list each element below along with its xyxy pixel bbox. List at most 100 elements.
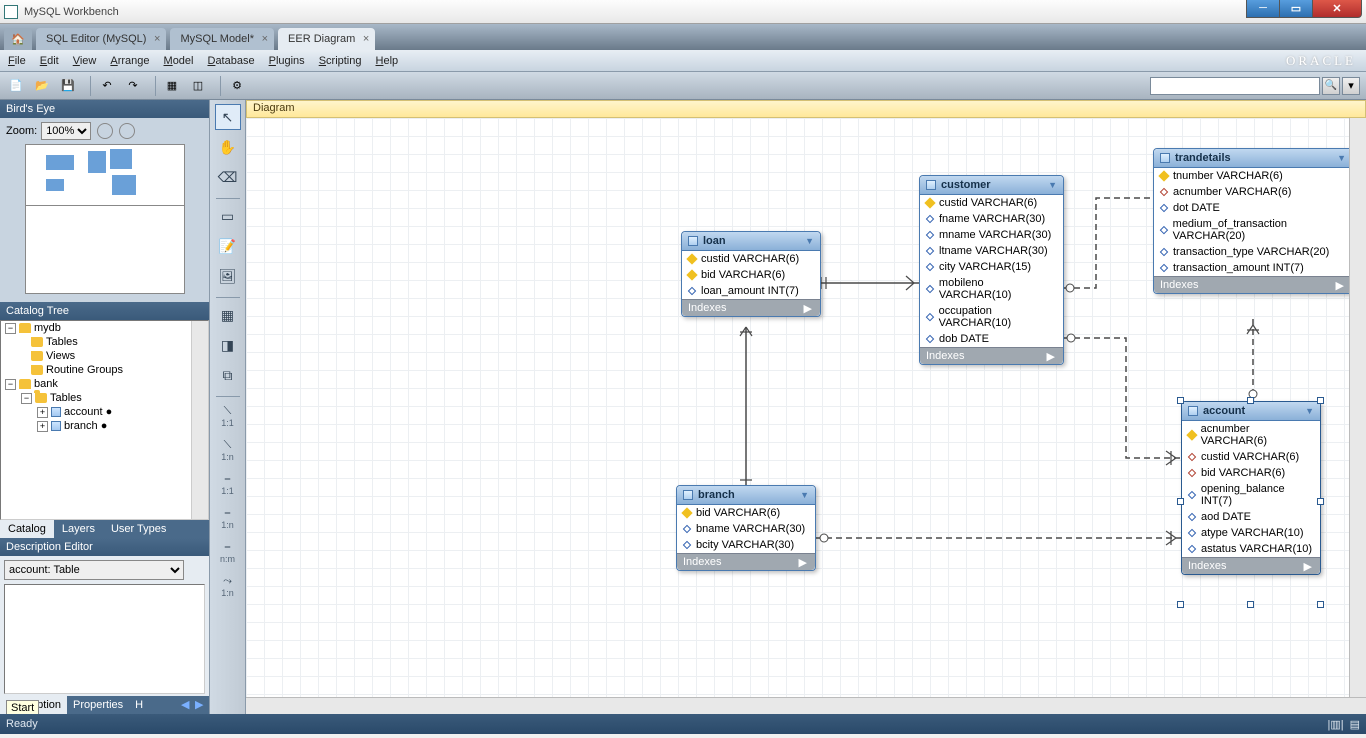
layer-tool[interactable]: ▭ <box>215 203 241 229</box>
table-customer[interactable]: customer▼ custid VARCHAR(6) fname VARCHA… <box>919 175 1064 365</box>
expand-icon[interactable]: ▶ <box>799 556 807 569</box>
search-button[interactable]: 🔍 <box>1322 77 1340 95</box>
hand-tool[interactable]: ✋ <box>215 134 241 160</box>
collapse-icon[interactable]: ▼ <box>800 490 809 500</box>
pointer-tool[interactable]: ↖ <box>215 104 241 130</box>
expand-icon[interactable]: ▶ <box>1336 279 1344 292</box>
expand-icon[interactable]: + <box>37 421 48 432</box>
text-tool[interactable]: 📝 <box>215 233 241 259</box>
expand-icon[interactable]: ▶ <box>1047 350 1055 363</box>
catalog-tree[interactable]: −mydb Tables Views Routine Groups −bank … <box>0 320 209 520</box>
tabs-nav-right-icon[interactable]: ▶ <box>195 698 209 712</box>
search-options-button[interactable]: ▾ <box>1342 77 1360 95</box>
selection-handle[interactable] <box>1247 601 1254 608</box>
new-routine-group-tool[interactable]: ⧉ <box>215 362 241 388</box>
window-close-button[interactable]: ✕ <box>1312 0 1362 18</box>
new-file-button[interactable]: 📄 <box>6 76 26 96</box>
expand-icon[interactable]: − <box>21 393 32 404</box>
relation-1-1-id-tool[interactable]: ⎯1:1 <box>215 469 241 499</box>
bottom-tab-properties[interactable]: Properties <box>67 696 129 714</box>
window-maximize-button[interactable]: ▭ <box>1279 0 1313 18</box>
menubar: File Edit View Arrange Model Database Pl… <box>0 50 1366 72</box>
description-textarea[interactable] <box>4 584 205 694</box>
grid-toggle-button[interactable]: ▦ <box>162 76 182 96</box>
tabs-nav-left-icon[interactable]: ◀ <box>181 698 195 712</box>
menu-plugins[interactable]: Plugins <box>269 55 305 67</box>
home-icon: 🏠 <box>11 33 25 46</box>
expand-icon[interactable]: + <box>37 407 48 418</box>
canvas-scrollbar-h[interactable] <box>246 697 1366 714</box>
relation-1-n-nonid-tool[interactable]: ⟍1:n <box>215 435 241 465</box>
table-trandetails[interactable]: trandetails▼ tnumber VARCHAR(6) acnumber… <box>1153 148 1353 294</box>
tab-mysql-model[interactable]: MySQL Model*× <box>170 28 274 50</box>
collapse-icon[interactable]: ▼ <box>805 236 814 246</box>
left-sidebar: Bird's Eye Zoom: 100% Catalog Tree −mydb <box>0 100 210 714</box>
relation-existing-tool[interactable]: ⤳1:n <box>215 571 241 601</box>
subtab-catalog[interactable]: Catalog <box>0 520 54 538</box>
expand-icon[interactable]: − <box>5 323 16 334</box>
collapse-icon[interactable]: ▼ <box>1337 153 1346 163</box>
table-branch[interactable]: branch▼ bid VARCHAR(6) bname VARCHAR(30)… <box>676 485 816 571</box>
relation-n-m-tool[interactable]: ⎯n:m <box>215 537 241 567</box>
zoom-in-button[interactable] <box>97 123 113 139</box>
close-icon[interactable]: × <box>262 33 268 45</box>
menu-edit[interactable]: Edit <box>40 55 59 67</box>
menu-model[interactable]: Model <box>164 55 194 67</box>
menu-database[interactable]: Database <box>207 55 254 67</box>
menu-arrange[interactable]: Arrange <box>110 55 149 67</box>
selection-handle[interactable] <box>1177 498 1184 505</box>
menu-help[interactable]: Help <box>376 55 399 67</box>
new-table-tool[interactable]: ▦ <box>215 302 241 328</box>
image-tool[interactable]: 🖼 <box>215 263 241 289</box>
selection-handle[interactable] <box>1177 397 1184 404</box>
subtab-user-types[interactable]: User Types <box>103 520 174 538</box>
folder-open-icon <box>35 393 47 403</box>
menu-view[interactable]: View <box>73 55 97 67</box>
relation-1-n-id-tool[interactable]: ⎯1:n <box>215 503 241 533</box>
validate-button[interactable]: ⚙ <box>227 76 247 96</box>
menu-scripting[interactable]: Scripting <box>319 55 362 67</box>
menu-file[interactable]: File <box>8 55 26 67</box>
open-file-button[interactable]: 📂 <box>32 76 52 96</box>
description-editor-header: Description Editor <box>0 538 209 556</box>
collapse-icon[interactable]: ▼ <box>1305 406 1314 416</box>
diagram-canvas[interactable]: loan▼ custid VARCHAR(6) bid VARCHAR(6) l… <box>246 118 1366 714</box>
expand-icon[interactable]: − <box>5 379 16 390</box>
fk-icon <box>1160 188 1168 196</box>
relation-1-1-nonid-tool[interactable]: ⟍1:1 <box>215 401 241 431</box>
tab-sql-editor[interactable]: SQL Editor (MySQL)× <box>36 28 166 50</box>
close-icon[interactable]: × <box>363 33 369 45</box>
undo-button[interactable]: ↶ <box>97 76 117 96</box>
catalog-scrollbar[interactable] <box>191 321 208 519</box>
align-button[interactable]: ◫ <box>188 76 208 96</box>
expand-icon[interactable]: ▶ <box>804 302 812 315</box>
minimap[interactable] <box>25 144 185 294</box>
zoom-select[interactable]: 100% <box>41 122 91 140</box>
collapse-icon[interactable]: ▼ <box>1048 180 1057 190</box>
canvas-scrollbar-v[interactable] <box>1349 118 1366 714</box>
column-icon <box>1188 545 1196 553</box>
table-account[interactable]: account▼ acnumber VARCHAR(6) custid VARC… <box>1181 401 1321 575</box>
expand-icon[interactable]: ▶ <box>1304 560 1312 573</box>
column-icon <box>926 247 934 255</box>
eraser-tool[interactable]: ⌫ <box>215 164 241 190</box>
selection-handle[interactable] <box>1177 601 1184 608</box>
selection-handle[interactable] <box>1317 601 1324 608</box>
subtab-layers[interactable]: Layers <box>54 520 103 538</box>
save-button[interactable]: 💾 <box>58 76 78 96</box>
selection-handle[interactable] <box>1317 498 1324 505</box>
bottom-tab-h[interactable]: H <box>129 696 149 714</box>
window-minimize-button[interactable]: ─ <box>1246 0 1280 18</box>
search-input[interactable] <box>1150 77 1320 95</box>
description-selector[interactable]: account: Table <box>4 560 184 580</box>
redo-button[interactable]: ↷ <box>123 76 143 96</box>
selection-handle[interactable] <box>1247 397 1254 404</box>
new-view-tool[interactable]: ◨ <box>215 332 241 358</box>
zoom-out-button[interactable] <box>119 123 135 139</box>
selection-handle[interactable] <box>1317 397 1324 404</box>
close-icon[interactable]: × <box>154 33 160 45</box>
table-loan[interactable]: loan▼ custid VARCHAR(6) bid VARCHAR(6) l… <box>681 231 821 317</box>
column-icon <box>926 335 934 343</box>
home-tab[interactable]: 🏠 <box>4 28 32 50</box>
tab-eer-diagram[interactable]: EER Diagram× <box>278 28 375 50</box>
